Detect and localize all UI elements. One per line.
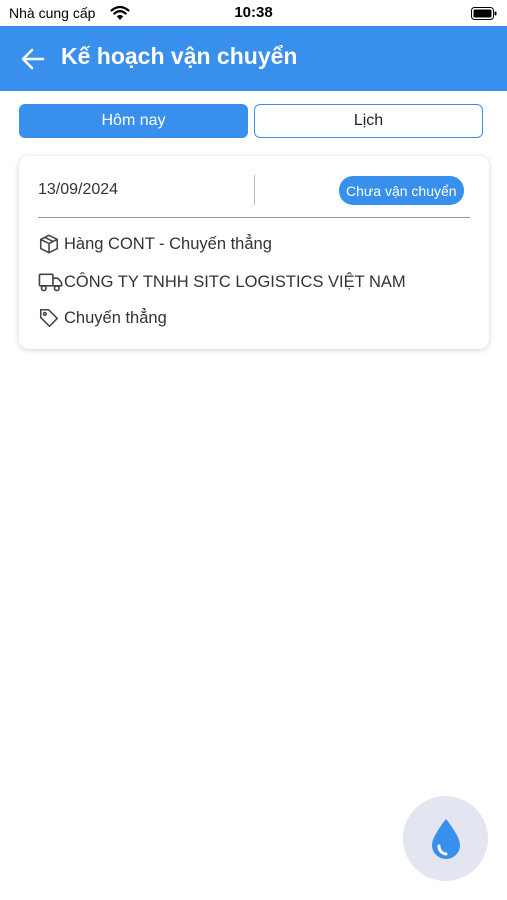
shipment-card[interactable]: 13/09/2024 Chưa vận chuyển Hàng CONT - C… bbox=[19, 156, 489, 349]
shipment-date: 13/09/2024 bbox=[38, 181, 119, 198]
tag-icon bbox=[38, 306, 64, 330]
box-icon bbox=[38, 232, 64, 256]
floating-action-button[interactable] bbox=[403, 796, 488, 881]
horizontal-divider bbox=[38, 217, 470, 218]
tab-calendar[interactable]: Lịch bbox=[254, 104, 483, 138]
truck-icon bbox=[38, 270, 64, 294]
vertical-divider bbox=[254, 175, 255, 205]
company-row: CÔNG TY TNHH SITC LOGISTICS VIỆT NAM bbox=[38, 270, 406, 294]
water-drop-icon bbox=[431, 818, 460, 859]
battery-icon bbox=[471, 7, 497, 20]
status-bar: Nhà cung cấp 10:38 bbox=[0, 0, 507, 26]
company-name: CÔNG TY TNHH SITC LOGISTICS VIỆT NAM bbox=[64, 272, 406, 291]
cargo-row: Hàng CONT - Chuyến thẳng bbox=[38, 232, 272, 256]
tag-row: Chuyến thẳng bbox=[38, 306, 167, 330]
trip-tag: Chuyến thẳng bbox=[64, 308, 167, 327]
clock: 10:38 bbox=[234, 4, 273, 21]
tab-today[interactable]: Hôm nay bbox=[19, 104, 248, 138]
cargo-type: Hàng CONT - Chuyến thẳng bbox=[64, 234, 272, 253]
app-header: Kế hoạch vận chuyển bbox=[0, 26, 507, 91]
back-arrow-icon[interactable] bbox=[18, 44, 48, 74]
page-title: Kế hoạch vận chuyển bbox=[61, 43, 298, 69]
status-badge: Chưa vận chuyển bbox=[339, 176, 464, 205]
